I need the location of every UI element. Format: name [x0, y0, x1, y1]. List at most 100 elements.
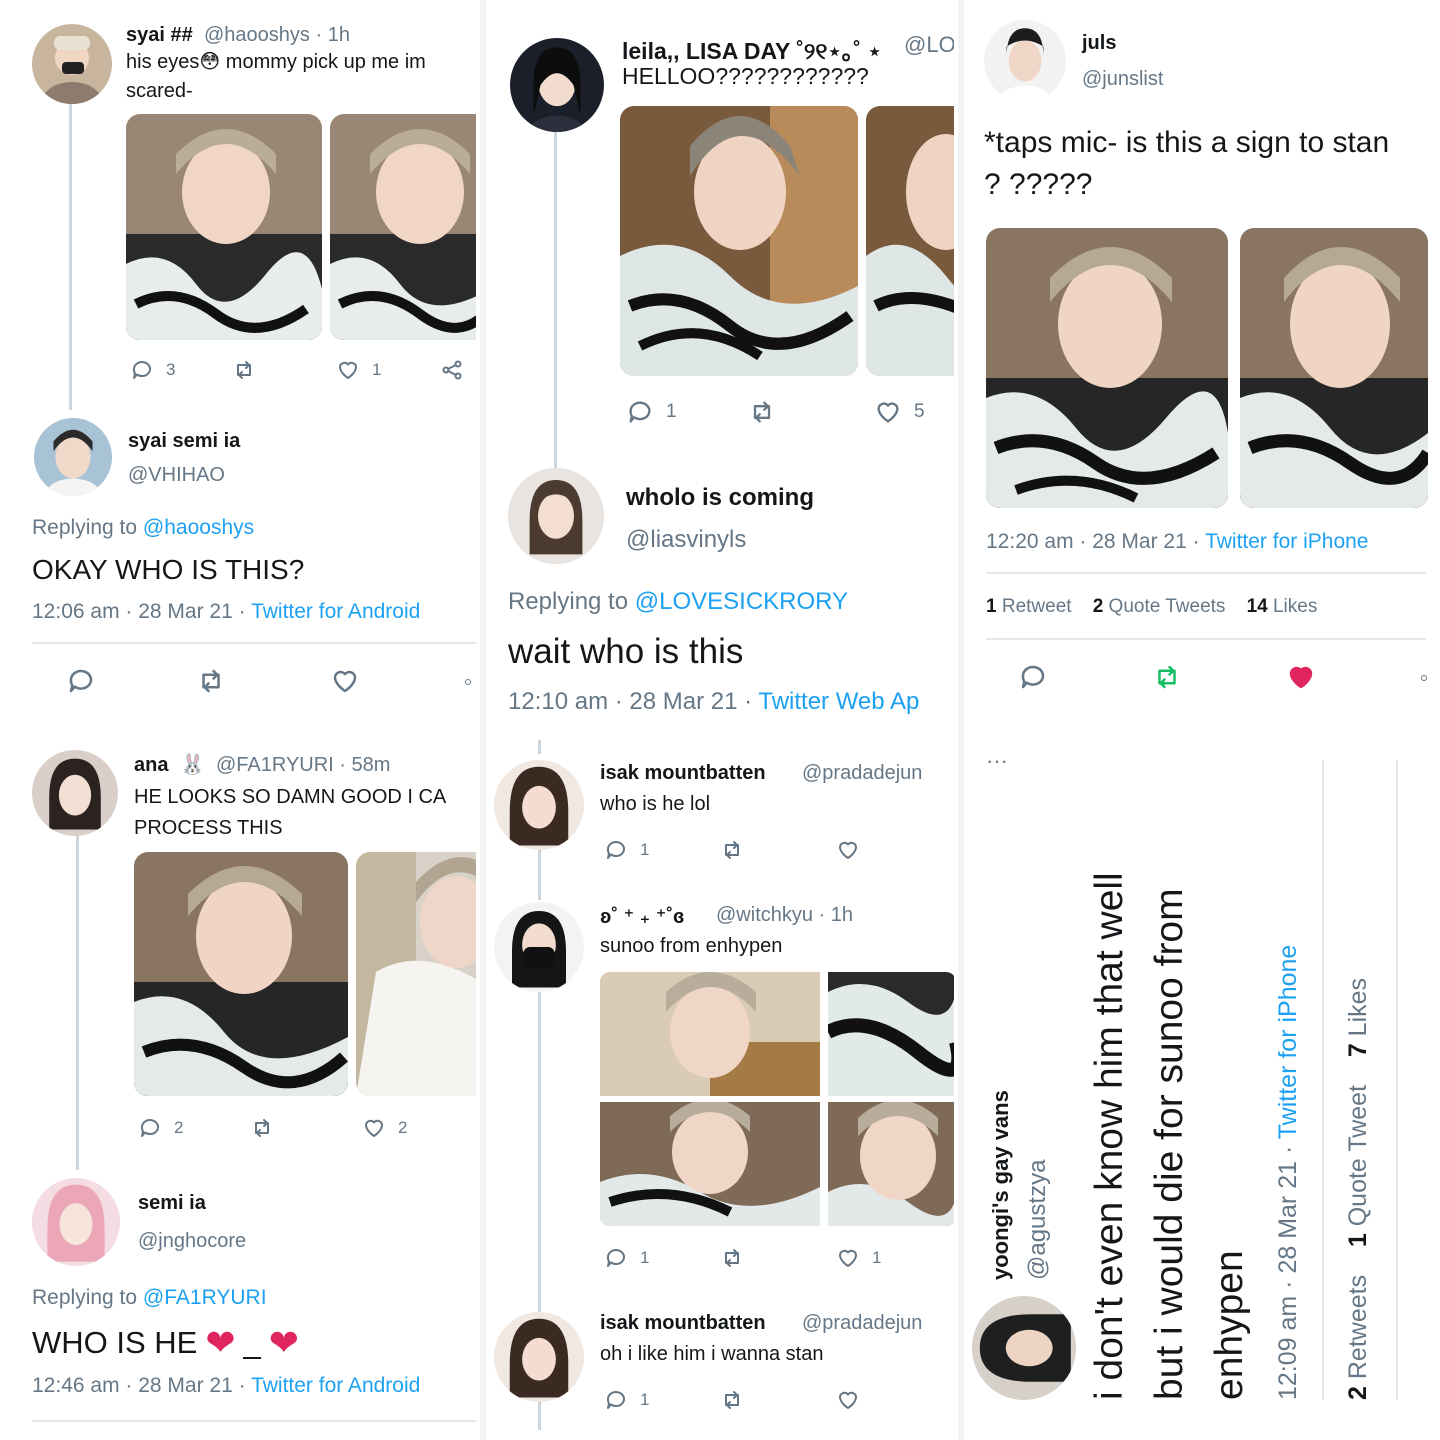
- heart-icon: [339, 361, 357, 379]
- tweet-photo[interactable]: [330, 114, 476, 340]
- avatar[interactable]: [34, 418, 112, 496]
- like-count[interactable]: 7 Likes: [1344, 978, 1372, 1057]
- like-action[interactable]: [836, 838, 860, 862]
- avatar[interactable]: [494, 1312, 584, 1402]
- tweet-photo[interactable]: [600, 1102, 820, 1226]
- reply-action[interactable]: [66, 666, 96, 696]
- replying-to-link[interactable]: @LOVESICKRORY: [635, 588, 848, 615]
- replying-to-link[interactable]: @FA1RYURI: [143, 1286, 267, 1309]
- client-link[interactable]: Twitter for iPhone: [1205, 530, 1368, 553]
- author-name[interactable]: wholo is coming: [626, 484, 814, 512]
- avatar[interactable]: [508, 468, 604, 564]
- avatar[interactable]: [494, 760, 584, 850]
- timestamp: 12:20 am · 28 Mar 21 · Twitter for iPhon…: [986, 530, 1369, 553]
- retweet-action[interactable]: [720, 1388, 744, 1412]
- author-handle[interactable]: @VHIHAO: [128, 464, 225, 487]
- author-handle[interactable]: @liasvinyls: [626, 526, 746, 554]
- retweet-action[interactable]: [1152, 662, 1182, 692]
- client-link[interactable]: Twitter for Android: [251, 600, 420, 623]
- reply-action[interactable]: 1: [626, 398, 677, 426]
- author-handle[interactable]: @junslist: [1082, 68, 1163, 91]
- author-name[interactable]: syai semi ia: [128, 430, 240, 453]
- author-handle[interactable]: @witchkyu · 1h: [716, 904, 853, 927]
- reply-action[interactable]: 1: [604, 1388, 649, 1412]
- share-action[interactable]: [440, 358, 464, 382]
- retweet-action[interactable]: [250, 1116, 274, 1140]
- timestamp: 12:10 am · 28 Mar 21 · Twitter Web Ap: [508, 688, 920, 715]
- tweet-photo[interactable]: [600, 972, 820, 1096]
- client-link[interactable]: Twitter for Android: [251, 1374, 420, 1397]
- author-name[interactable]: semi ia: [138, 1192, 206, 1215]
- client-link[interactable]: Twitter Web Ap: [758, 688, 919, 715]
- retweet-count[interactable]: 2 Retweets: [1344, 1275, 1372, 1400]
- heart-icon: [365, 1119, 383, 1137]
- share-action[interactable]: [1418, 672, 1430, 684]
- tweet-photo[interactable]: [828, 972, 954, 1096]
- like-action[interactable]: [1286, 662, 1316, 692]
- reply-action[interactable]: 2: [138, 1116, 183, 1140]
- retweet-action[interactable]: [232, 358, 256, 382]
- timestamp: 12:09 am · 28 Mar 21 · Twitter for iPhon…: [1274, 944, 1302, 1400]
- author-name[interactable]: syai ##: [126, 24, 193, 47]
- retweet-count[interactable]: 1 Retweet: [986, 596, 1072, 617]
- author-handle[interactable]: @LO: [904, 32, 954, 58]
- divider: [32, 1420, 476, 1422]
- author-handle[interactable]: @haooshys · 1h: [204, 24, 350, 47]
- author-name[interactable]: isak mountbatten: [600, 1312, 766, 1335]
- author-handle[interactable]: @FA1RYURI · 58m: [216, 754, 390, 777]
- retweet-icon: [1158, 665, 1176, 689]
- tweet-photo[interactable]: [828, 1102, 954, 1226]
- reply-icon: [606, 1391, 625, 1409]
- avatar[interactable]: [32, 750, 118, 836]
- retweet-action[interactable]: [720, 1246, 744, 1270]
- author-name[interactable]: ʚ˚ ⁺ ₊ ⁺˚ɞ: [600, 904, 684, 929]
- avatar[interactable]: [32, 24, 112, 104]
- retweet-action[interactable]: [748, 398, 776, 426]
- tweet-photo[interactable]: [866, 106, 954, 376]
- tweet-photo[interactable]: [1240, 228, 1428, 508]
- tweet-photo[interactable]: [620, 106, 858, 376]
- author-name[interactable]: ana: [134, 754, 168, 777]
- author-name[interactable]: leila,, LISA DAY ˚୨୧⋆｡˚ ⋆: [622, 32, 882, 66]
- share-action[interactable]: [462, 676, 474, 688]
- like-action[interactable]: [330, 666, 360, 696]
- reply-action[interactable]: 1: [604, 1246, 649, 1270]
- reply-action[interactable]: [1018, 662, 1048, 692]
- like-action[interactable]: 2: [362, 1116, 407, 1140]
- like-action[interactable]: [836, 1388, 860, 1412]
- avatar[interactable]: [984, 20, 1066, 102]
- quote-count[interactable]: 1 Quote Tweet: [1344, 1085, 1372, 1247]
- like-count[interactable]: 14 Likes: [1247, 596, 1318, 617]
- reply-action[interactable]: 1: [604, 838, 649, 862]
- retweet-icon: [753, 401, 771, 423]
- tweet-photo[interactable]: [126, 114, 322, 340]
- reply-icon: [1021, 665, 1045, 689]
- like-action[interactable]: 1: [836, 1246, 881, 1270]
- thread-line: [538, 992, 541, 1312]
- author-handle[interactable]: @jnghocore: [138, 1230, 246, 1253]
- tweet-photo[interactable]: [134, 852, 348, 1096]
- author-name[interactable]: yoongi's gay vans: [988, 1090, 1014, 1280]
- author-handle[interactable]: @pradadejun: [802, 762, 922, 785]
- timestamp: 12:06 am · 28 Mar 21 · Twitter for Andro…: [32, 600, 421, 623]
- quote-count[interactable]: 2 Quote Tweets: [1093, 596, 1226, 617]
- avatar[interactable]: [510, 38, 604, 132]
- tweet-photo[interactable]: [356, 852, 476, 1096]
- retweet-action[interactable]: [720, 838, 744, 862]
- replying-to-link[interactable]: @haooshys: [143, 516, 254, 539]
- retweet-action[interactable]: [196, 666, 226, 696]
- client-link[interactable]: Twitter for iPhone: [1274, 945, 1302, 1140]
- author-handle[interactable]: @agustzya: [1024, 1160, 1052, 1280]
- red-heart-icon: ❤: [205, 1322, 236, 1363]
- stats-row: 2 Retweets 1 Quote Tweet 7 Likes: [1344, 978, 1373, 1400]
- tweet-photo[interactable]: [986, 228, 1228, 508]
- like-action[interactable]: 5: [874, 398, 925, 426]
- like-action[interactable]: 1: [336, 358, 381, 382]
- avatar[interactable]: [32, 1178, 120, 1266]
- avatar[interactable]: [972, 1296, 1076, 1400]
- author-name[interactable]: isak mountbatten: [600, 762, 766, 785]
- author-name[interactable]: juls: [1082, 32, 1116, 55]
- author-handle[interactable]: @pradadejun: [802, 1312, 922, 1335]
- reply-action[interactable]: 3: [130, 358, 175, 382]
- avatar[interactable]: [494, 902, 584, 992]
